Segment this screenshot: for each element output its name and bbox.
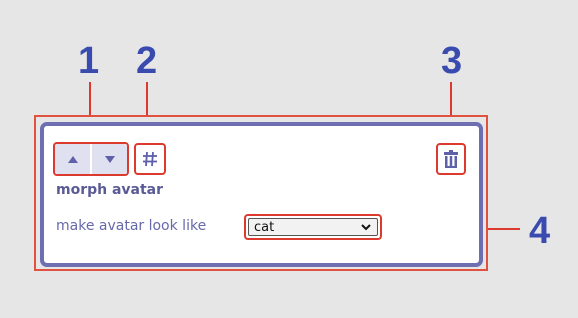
shortcut-button[interactable] <box>134 143 166 175</box>
block-title: morph avatar <box>56 182 164 198</box>
triangle-down-icon <box>104 155 115 163</box>
avatar-select-value: cat <box>254 220 275 235</box>
move-down-button[interactable] <box>92 144 127 174</box>
move-up-button[interactable] <box>55 144 90 174</box>
avatar-select[interactable]: cat <box>248 218 378 236</box>
callout-3: 3 <box>441 40 463 82</box>
callout-1: 1 <box>78 40 100 82</box>
delete-button[interactable] <box>436 143 466 175</box>
trash-icon <box>444 150 458 168</box>
hash-icon <box>143 151 157 167</box>
callout-4: 4 <box>529 210 551 252</box>
callout-2: 2 <box>136 40 158 82</box>
chevron-down-icon <box>361 224 371 231</box>
field-label: make avatar look like <box>56 218 207 234</box>
avatar-select-highlight: cat <box>244 214 382 240</box>
reorder-buttons <box>55 144 127 174</box>
triangle-up-icon <box>67 155 78 163</box>
